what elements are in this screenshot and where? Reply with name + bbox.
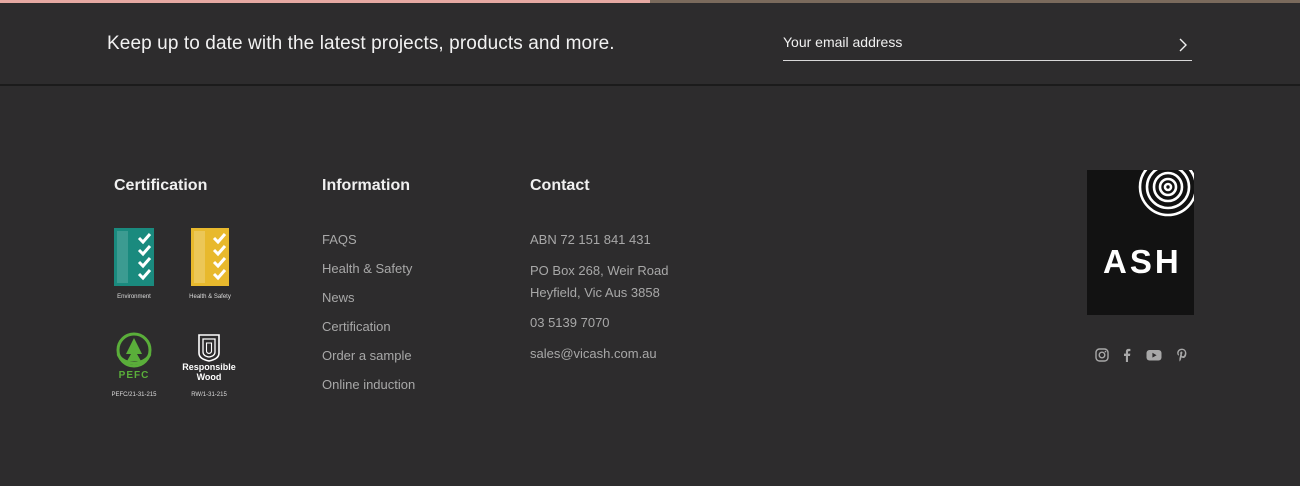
link-news[interactable]: News (322, 290, 355, 305)
logo-text: ASH (1103, 243, 1182, 280)
cert-caption-responsible-wood: RW/1-31-215 (191, 392, 227, 398)
certification-heading: Certification (114, 177, 208, 194)
facebook-icon[interactable] (1119, 347, 1135, 363)
instagram-icon[interactable] (1094, 347, 1110, 363)
tree-rings-icon (1138, 170, 1194, 217)
cert-caption-pefc: PEFC/21-31-215 (111, 392, 157, 398)
link-online-induction[interactable]: Online induction (322, 377, 415, 392)
contact-email[interactable]: sales@vicash.com.au (530, 346, 657, 361)
information-heading: Information (322, 177, 410, 194)
certified-system-environment-badge (114, 228, 154, 291)
chevron-right-icon[interactable] (1174, 35, 1192, 55)
certified-system-health-safety-badge (191, 228, 229, 291)
newsletter-tagline: Keep up to date with the latest projects… (107, 33, 615, 54)
newsletter-form (783, 30, 1192, 61)
contact-phone[interactable]: 03 5139 7070 (530, 315, 610, 330)
newsletter-bar: Keep up to date with the latest projects… (0, 3, 1300, 86)
contact-address-line2: Heyfield, Vic Aus 3858 (530, 285, 660, 300)
pefc-logo: PEFC (113, 332, 155, 385)
svg-text:PEFC: PEFC (119, 370, 150, 380)
link-order-sample[interactable]: Order a sample (322, 348, 412, 363)
contact-abn: ABN 72 151 841 431 (530, 232, 651, 247)
svg-text:Wood: Wood (197, 372, 222, 382)
cert-caption-health-safety: Health & Safety (189, 294, 231, 300)
youtube-icon[interactable] (1146, 347, 1162, 363)
link-certification[interactable]: Certification (322, 319, 391, 334)
contact-address-line1: PO Box 268, Weir Road (530, 263, 669, 278)
email-input[interactable] (783, 30, 1163, 54)
ash-logo[interactable]: ASH (1087, 170, 1194, 315)
svg-text:Responsible: Responsible (182, 362, 236, 372)
cert-caption-environment: Environment (117, 294, 151, 300)
link-health-safety[interactable]: Health & Safety (322, 261, 412, 276)
contact-heading: Contact (530, 177, 590, 194)
link-faqs[interactable]: FAQS (322, 232, 357, 247)
pinterest-icon[interactable] (1174, 347, 1190, 363)
responsible-wood-logo: Responsible Wood (182, 333, 236, 388)
